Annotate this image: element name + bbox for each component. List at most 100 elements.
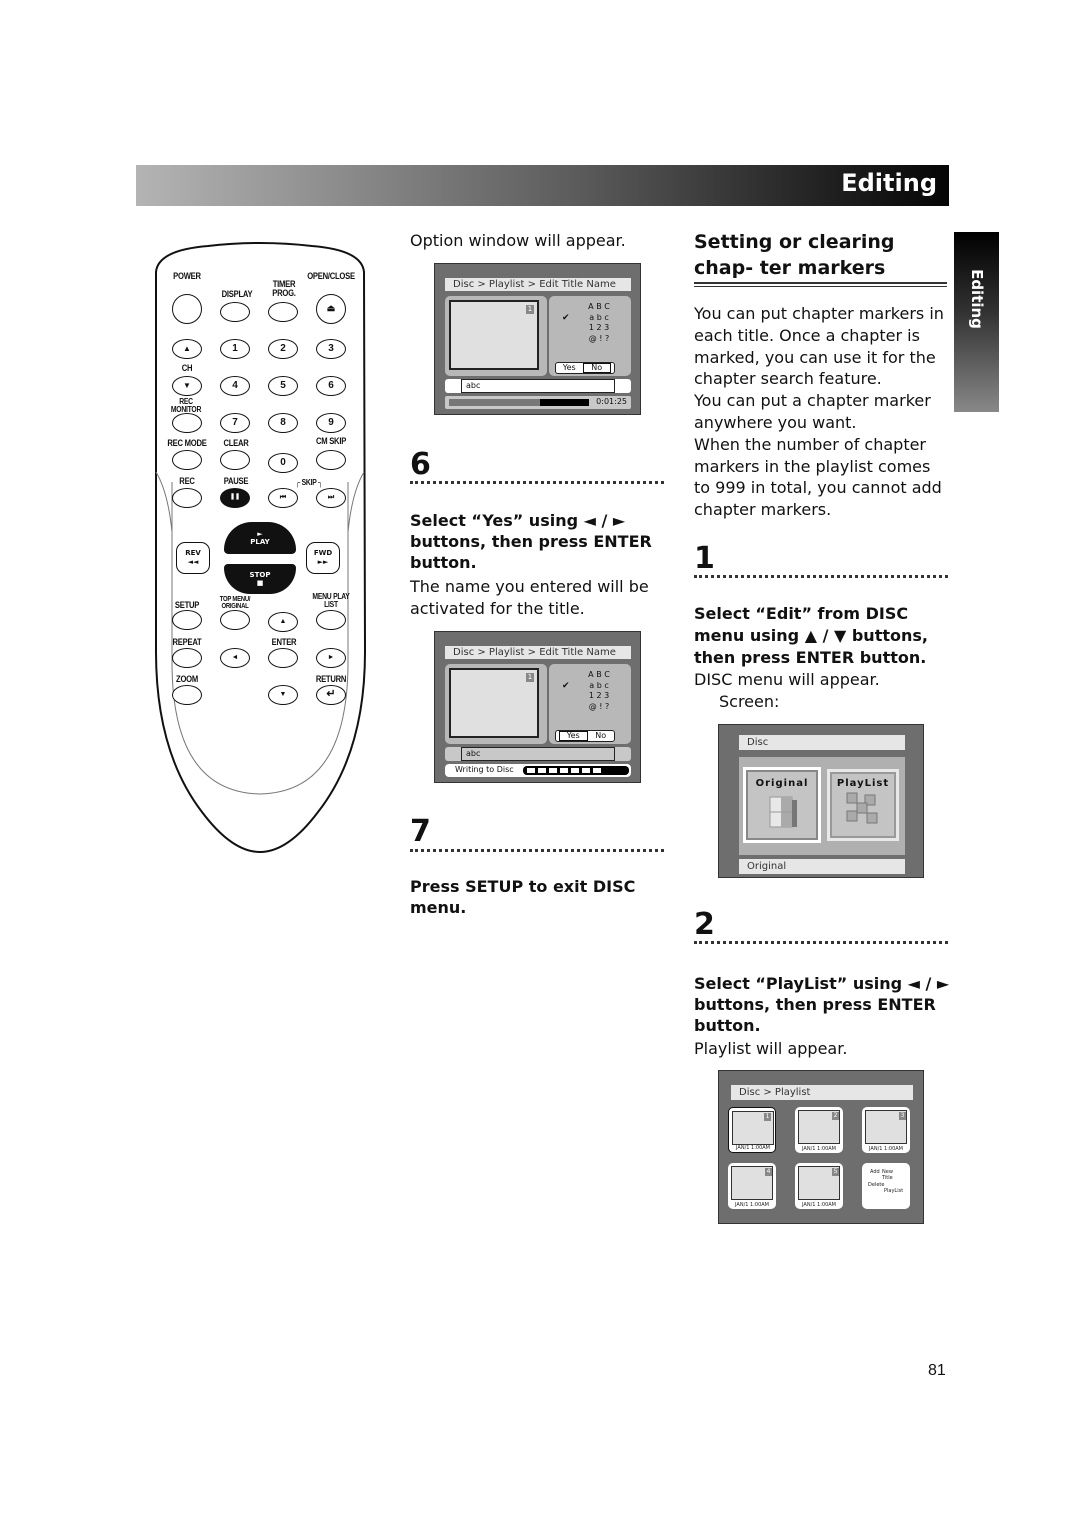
digit-9-button[interactable]: 9	[316, 413, 346, 433]
timer-prog-button[interactable]	[268, 302, 298, 322]
repeat-button[interactable]	[172, 648, 202, 668]
digit-6-button[interactable]: 6	[316, 376, 346, 396]
add-action[interactable]: Add	[870, 1169, 880, 1175]
char-set-lower[interactable]: a b c	[579, 313, 619, 324]
zoom-button[interactable]	[172, 685, 202, 705]
rec-monitor-label: REC MONITOR	[170, 397, 202, 414]
writing-screen: Disc > Playlist > Edit Title Name 1 ✔ A …	[434, 631, 641, 783]
char-set-digits[interactable]: 1 2 3	[579, 323, 619, 334]
return-button[interactable]: ↵	[316, 685, 346, 705]
char-set-digits[interactable]: 1 2 3	[579, 691, 619, 702]
digit-8-button[interactable]: 8	[268, 413, 298, 433]
char-set-upper[interactable]: A B C	[579, 670, 619, 681]
title-index: 1	[526, 305, 534, 314]
ch-down-button[interactable]: ▼	[172, 376, 202, 396]
ch-up-button[interactable]: ▲	[172, 339, 202, 359]
new-title-action[interactable]: New Title	[882, 1169, 900, 1181]
playlist-item-3[interactable]: 3 JAN/1 1:00AM	[862, 1107, 910, 1153]
power-label: POWER	[173, 271, 201, 281]
display-button[interactable]	[220, 302, 250, 322]
pause-button[interactable]: ❚❚	[220, 488, 250, 508]
char-set-upper[interactable]: A B C	[579, 302, 619, 313]
playlist-item-index: 3	[899, 1112, 906, 1120]
char-set-symbols[interactable]: @ ! ?	[579, 702, 619, 713]
playlist-option[interactable]: PlayList	[827, 769, 899, 841]
yes-option[interactable]: Yes	[559, 731, 588, 741]
char-set-list: A B C a b c 1 2 3 @ ! ?	[579, 670, 619, 712]
side-tab: Editing	[954, 232, 999, 412]
top-menu-button[interactable]	[220, 610, 250, 630]
section-banner: Editing	[136, 165, 949, 206]
ch-label: CH	[181, 363, 193, 373]
yes-option[interactable]: Yes	[556, 363, 583, 373]
skip-back-button[interactable]: ⏮	[268, 488, 298, 508]
skip-label: ┌ SKIP ┐	[295, 478, 323, 487]
digit-2-button[interactable]: 2	[268, 339, 298, 359]
enter-button[interactable]	[268, 648, 298, 668]
step-6-instruction: Select “Yes” using ◄ / ► buttons, then p…	[410, 511, 652, 572]
side-tab-label: Editing	[967, 269, 986, 329]
writing-status-row: Writing to Disc	[445, 764, 631, 777]
rev-button[interactable]: REV ◄◄	[176, 542, 210, 574]
playlist-item-index: 5	[832, 1168, 839, 1176]
checkmark-icon: ✔	[562, 313, 570, 323]
char-set-panel: ✔ A B C a b c 1 2 3 @ ! ? Yes No	[549, 664, 631, 744]
repeat-label: REPEAT	[172, 637, 202, 647]
char-set-lower[interactable]: a b c	[579, 681, 619, 692]
progress-block	[593, 768, 601, 773]
digit-3-button[interactable]: 3	[316, 339, 346, 359]
step-6-number: 6	[410, 447, 431, 482]
playlist-item-4[interactable]: 4 JAN/1 1:00AM	[728, 1163, 776, 1209]
play-icon: ►	[257, 530, 263, 538]
playlist-actions-panel: Add New Title Delete PlayList	[862, 1163, 910, 1209]
playlist-item-date: JAN/1 1:00AM	[735, 1202, 769, 1208]
delete-action[interactable]: Delete	[868, 1182, 884, 1188]
original-option[interactable]: Original	[743, 767, 821, 843]
no-option[interactable]: No	[582, 363, 611, 373]
menu-playlist-button[interactable]	[316, 610, 346, 630]
char-set-symbols[interactable]: @ ! ?	[579, 334, 619, 345]
fast-forward-icon: ►►	[317, 558, 329, 566]
rec-monitor-button[interactable]	[172, 413, 202, 433]
power-button[interactable]	[172, 294, 202, 324]
open-close-button[interactable]: ⏏	[316, 294, 346, 324]
digit-4-button[interactable]: 4	[220, 376, 250, 396]
disc-menu-title: Disc	[739, 735, 905, 750]
rec-mode-button[interactable]	[172, 450, 202, 470]
playlist-item-1[interactable]: 1 JAN/1 1:00AM	[728, 1107, 776, 1153]
skip-forward-button[interactable]: ⏭	[316, 488, 346, 508]
setup-button[interactable]	[172, 610, 202, 630]
step-7-divider	[410, 848, 664, 852]
writing-progress-bar	[523, 766, 629, 775]
digit-0-button[interactable]: 0	[268, 453, 298, 473]
preview-panel: 1	[445, 664, 547, 744]
cm-skip-button[interactable]	[316, 450, 346, 470]
clear-button[interactable]	[220, 450, 250, 470]
playlist-item-index: 4	[765, 1168, 772, 1176]
playlist-item-5[interactable]: 5 JAN/1 1:00AM	[795, 1163, 843, 1209]
digit-7-button[interactable]: 7	[220, 413, 250, 433]
playlist-item-date: JAN/1 1:00AM	[869, 1146, 903, 1152]
playback-progress-fill	[449, 399, 540, 406]
original-cube-icon	[769, 796, 797, 828]
checkmark-icon: ✔	[562, 681, 570, 691]
digit-5-button[interactable]: 5	[268, 376, 298, 396]
pause-icon: ❚❚	[229, 494, 241, 500]
playlist-tile: PlayList	[830, 772, 896, 838]
up-button[interactable]: ▲	[268, 612, 298, 632]
left-button[interactable]: ◄	[220, 648, 250, 668]
down-button[interactable]: ▼	[268, 685, 298, 705]
fwd-button[interactable]: FWD ►►	[306, 542, 340, 574]
right-button[interactable]: ►	[316, 648, 346, 668]
heading-rule	[694, 282, 947, 287]
playlist-item-index: 2	[832, 1112, 839, 1120]
rec-button[interactable]	[172, 488, 202, 508]
pause-label: PAUSE	[223, 476, 249, 486]
title-name-field[interactable]: abc	[461, 379, 615, 393]
screen-breadcrumb: Disc > Playlist > Edit Title Name	[445, 646, 631, 659]
no-option[interactable]: No	[588, 731, 615, 741]
playlist-item-date: JAN/1 1:00AM	[802, 1202, 836, 1208]
playlist-item-2[interactable]: 2 JAN/1 1:00AM	[795, 1107, 843, 1153]
digit-1-button[interactable]: 1	[220, 339, 250, 359]
playlist-action[interactable]: PlayList	[884, 1188, 903, 1194]
